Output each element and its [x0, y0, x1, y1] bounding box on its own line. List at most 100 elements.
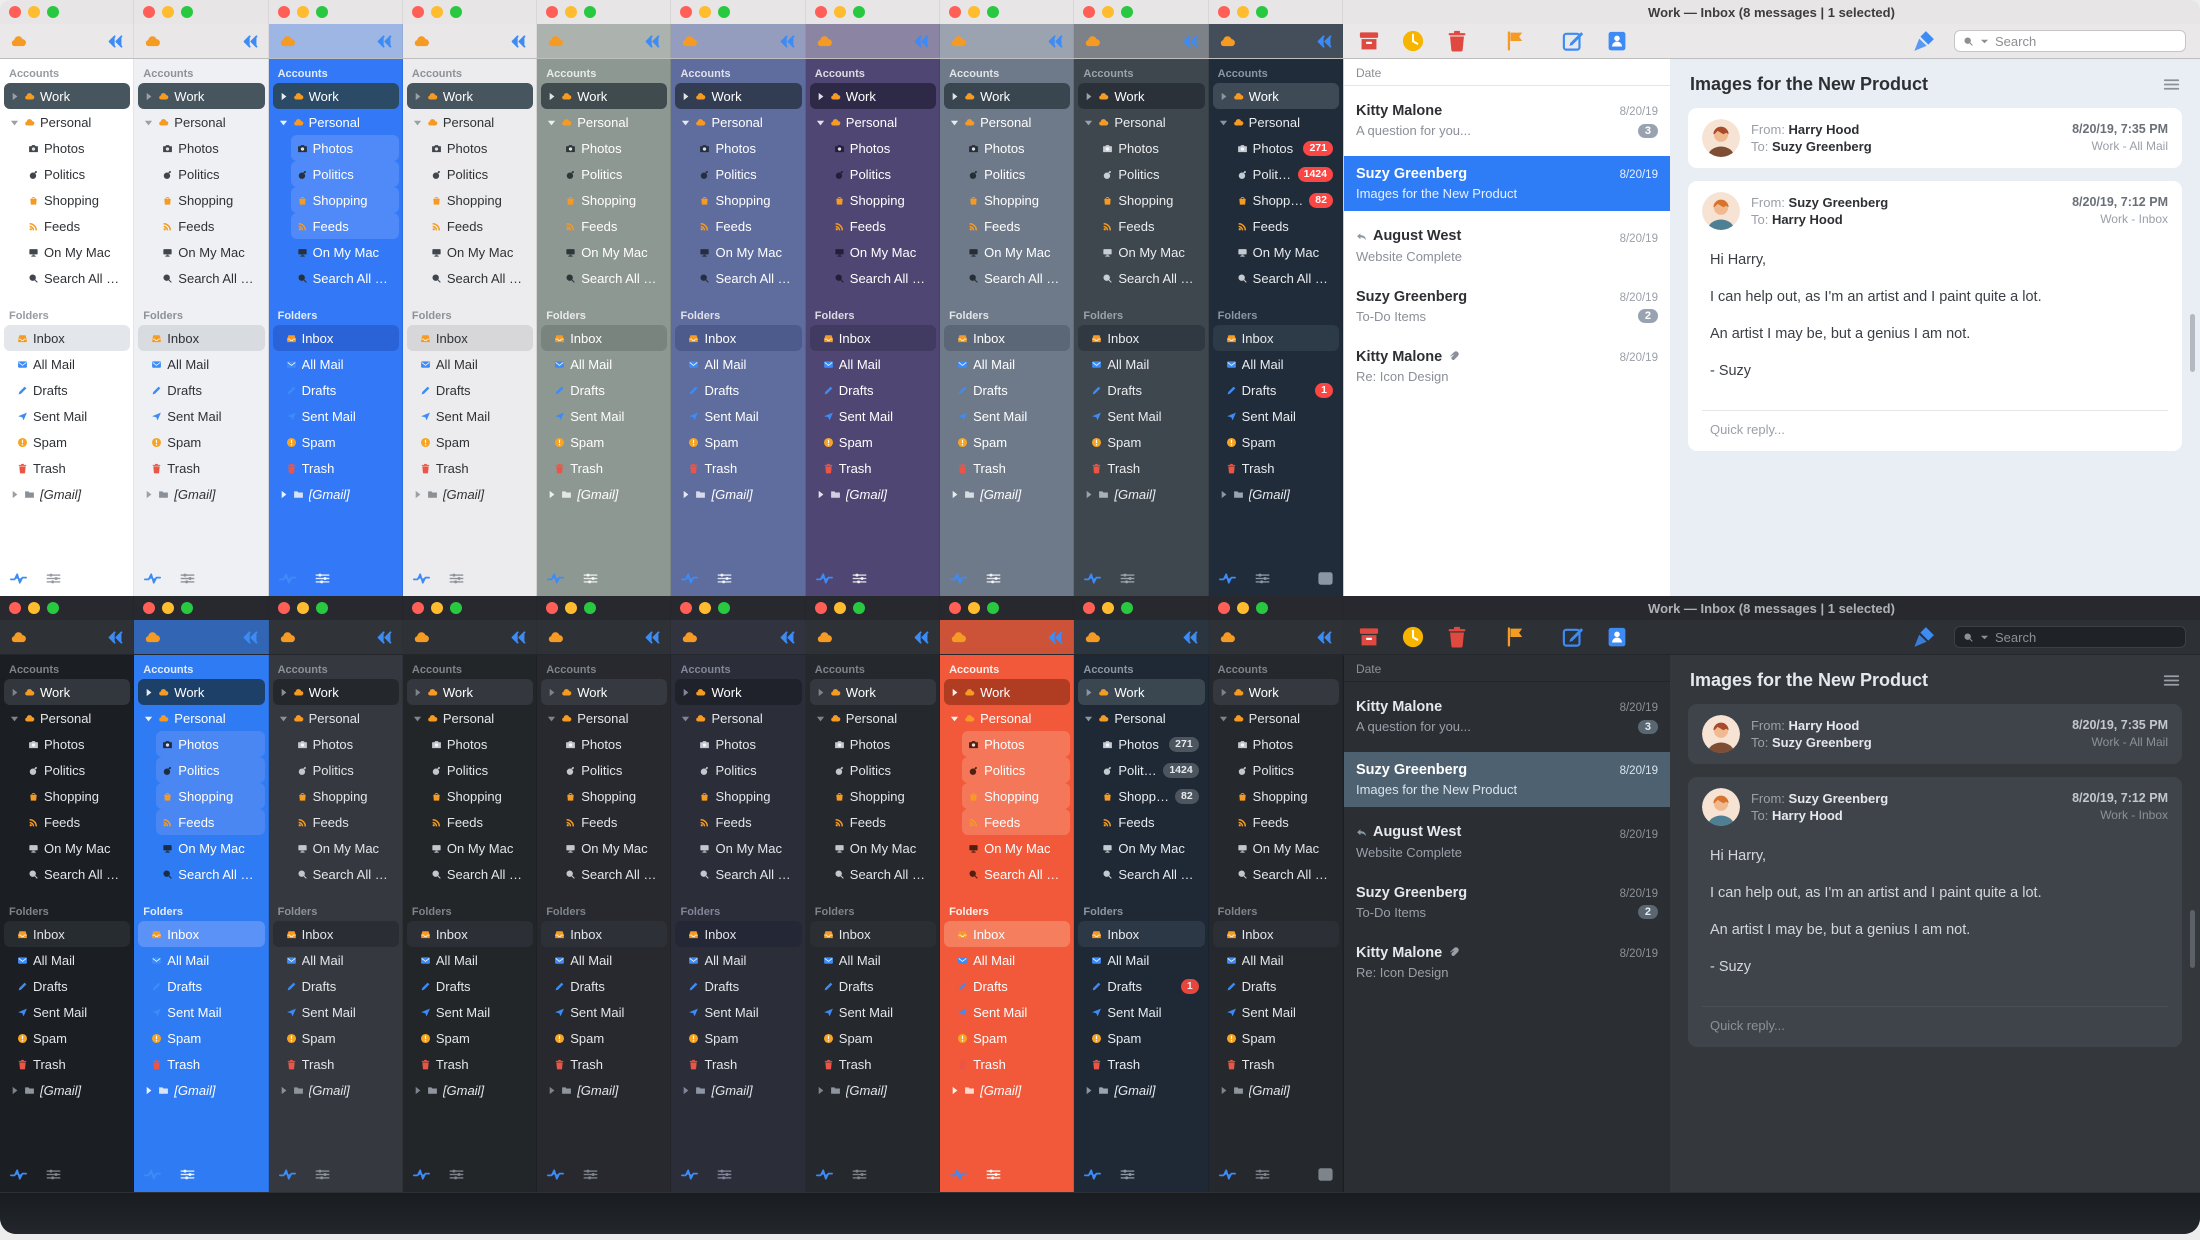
disclosure-down-icon[interactable] [413, 714, 422, 723]
sidebar-item-shopping[interactable]: Shopping [291, 783, 399, 809]
sidebar-item-politics[interactable]: Politics [559, 757, 667, 783]
sidebar-item-inbox[interactable]: Inbox [810, 325, 936, 351]
sidebar-item-search-all-folders[interactable]: Search All Folders [425, 861, 533, 887]
cloud-sync-icon[interactable] [279, 33, 296, 50]
zoom-button[interactable] [987, 602, 999, 614]
activity-icon[interactable] [144, 1166, 161, 1183]
sidebar-item-spam[interactable]: Spam [407, 1025, 533, 1051]
filter-icon[interactable] [314, 1166, 331, 1183]
sidebar-item-work[interactable]: Work [138, 83, 264, 109]
minimize-button[interactable] [1237, 602, 1249, 614]
disclosure-down-icon[interactable] [1084, 118, 1093, 127]
disclosure-right-icon[interactable] [1084, 688, 1093, 697]
close-button[interactable] [546, 602, 558, 614]
activity-icon[interactable] [413, 570, 430, 587]
sidebar-item-drafts[interactable]: Drafts1 [1213, 377, 1339, 403]
filter-icon[interactable] [448, 570, 465, 587]
sidebar-item-trash[interactable]: Trash [944, 455, 1070, 481]
sidebar-item-photos[interactable]: Photos271 [1231, 135, 1339, 161]
sidebar-item-all-mail[interactable]: All Mail [944, 351, 1070, 377]
collapse-sidebar-icon[interactable] [242, 33, 259, 50]
sidebar-item-personal[interactable]: Personal [407, 705, 533, 731]
disclosure-right-icon[interactable] [547, 688, 556, 697]
disclosure-right-icon[interactable] [279, 688, 288, 697]
contacts-icon[interactable] [1605, 29, 1629, 53]
collapse-sidebar-icon[interactable] [510, 33, 527, 50]
disclosure-down-icon[interactable] [10, 118, 19, 127]
sidebar-item-gmail[interactable]: [Gmail] [1078, 1077, 1204, 1103]
zoom-button[interactable] [987, 6, 999, 18]
sidebar-item-work[interactable]: Work [273, 83, 399, 109]
sidebar-item-sent-mail[interactable]: Sent Mail [273, 999, 399, 1025]
sidebar-item-sent-mail[interactable]: Sent Mail [1213, 403, 1339, 429]
sidebar-item-work[interactable]: Work [1078, 83, 1204, 109]
sidebar-item-search-all-folders[interactable]: Search All Folders [559, 265, 667, 291]
activity-icon[interactable] [279, 570, 296, 587]
sidebar-item-work[interactable]: Work [1213, 83, 1339, 109]
sidebar-item-trash[interactable]: Trash [138, 1051, 264, 1077]
sidebar-item-spam[interactable]: Spam [1213, 1025, 1339, 1051]
sort-header-date[interactable]: Date [1344, 59, 1670, 86]
sidebar-item-politics[interactable]: Politics [962, 757, 1070, 783]
sidebar-item-sent-mail[interactable]: Sent Mail [944, 999, 1070, 1025]
sidebar-item-politics[interactable]: Politics [1096, 161, 1204, 187]
disclosure-right-icon[interactable] [1219, 92, 1228, 101]
sidebar-item-gmail[interactable]: [Gmail] [1213, 1077, 1339, 1103]
disclosure-down-icon[interactable] [950, 118, 959, 127]
message-card-header[interactable]: From: Suzy GreenbergTo: Harry Hood8/20/1… [1702, 788, 2168, 826]
sidebar-item-feeds[interactable]: Feeds [1231, 213, 1339, 239]
panel-toggle-icon[interactable] [1317, 1166, 1334, 1183]
sidebar-item-spam[interactable]: Spam [810, 429, 936, 455]
sidebar-item-sent-mail[interactable]: Sent Mail [4, 999, 130, 1025]
sidebar-item-gmail[interactable]: [Gmail] [541, 1077, 667, 1103]
activity-icon[interactable] [816, 570, 833, 587]
sidebar-item-shopping[interactable]: Shopping [693, 783, 801, 809]
minimize-button[interactable] [297, 602, 309, 614]
sidebar-item-spam[interactable]: Spam [138, 1025, 264, 1051]
sidebar-item-feeds[interactable]: Feeds [693, 213, 801, 239]
sidebar-item-all-mail[interactable]: All Mail [138, 947, 264, 973]
sidebar-item-politics[interactable]: Politics [828, 757, 936, 783]
zoom-button[interactable] [316, 602, 328, 614]
minimize-button[interactable] [1237, 6, 1249, 18]
sidebar-item-inbox[interactable]: Inbox [138, 921, 264, 947]
activity-icon[interactable] [1084, 1166, 1101, 1183]
sidebar-item-spam[interactable]: Spam [138, 429, 264, 455]
sidebar-item-gmail[interactable]: [Gmail] [138, 481, 264, 507]
filter-icon[interactable] [985, 570, 1002, 587]
close-button[interactable] [680, 602, 692, 614]
sidebar-item-on-my-mac[interactable]: On My Mac [22, 835, 130, 861]
sidebar-item-shopping[interactable]: Shopping [559, 783, 667, 809]
filter-icon[interactable] [179, 1166, 196, 1183]
sidebar-item-on-my-mac[interactable]: On My Mac [1096, 835, 1204, 861]
sidebar-item-trash[interactable]: Trash [407, 455, 533, 481]
sidebar-item-feeds[interactable]: Feeds [693, 809, 801, 835]
cloud-sync-icon[interactable] [547, 629, 564, 646]
sidebar-item-drafts[interactable]: Drafts1 [1078, 973, 1204, 999]
message-card-header[interactable]: From: Suzy GreenbergTo: Harry Hood8/20/1… [1702, 192, 2168, 230]
minimize-button[interactable] [699, 6, 711, 18]
sidebar-item-sent-mail[interactable]: Sent Mail [407, 999, 533, 1025]
sidebar-item-all-mail[interactable]: All Mail [675, 351, 801, 377]
sidebar-item-photos[interactable]: Photos [693, 135, 801, 161]
sidebar-item-work[interactable]: Work [541, 679, 667, 705]
sidebar-item-personal[interactable]: Personal [1213, 109, 1339, 135]
message-row[interactable]: Kitty Malone8/20/19Re: Icon Design [1344, 340, 1670, 392]
sidebar-item-on-my-mac[interactable]: On My Mac [693, 239, 801, 265]
sidebar-item-trash[interactable]: Trash [810, 455, 936, 481]
disclosure-right-icon[interactable] [1084, 490, 1093, 499]
archive-icon[interactable] [1357, 29, 1381, 53]
sidebar-item-spam[interactable]: Spam [407, 429, 533, 455]
minimize-button[interactable] [162, 6, 174, 18]
collapse-sidebar-icon[interactable] [644, 33, 661, 50]
sidebar-item-all-mail[interactable]: All Mail [407, 351, 533, 377]
disclosure-right-icon[interactable] [816, 490, 825, 499]
zoom-button[interactable] [718, 6, 730, 18]
sidebar-item-shopping[interactable]: Shopping [828, 187, 936, 213]
minimize-button[interactable] [565, 6, 577, 18]
sidebar-item-trash[interactable]: Trash [675, 1051, 801, 1077]
disclosure-right-icon[interactable] [413, 688, 422, 697]
sidebar-item-work[interactable]: Work [1213, 679, 1339, 705]
sidebar-item-drafts[interactable]: Drafts [1213, 973, 1339, 999]
sidebar-item-feeds[interactable]: Feeds [828, 809, 936, 835]
